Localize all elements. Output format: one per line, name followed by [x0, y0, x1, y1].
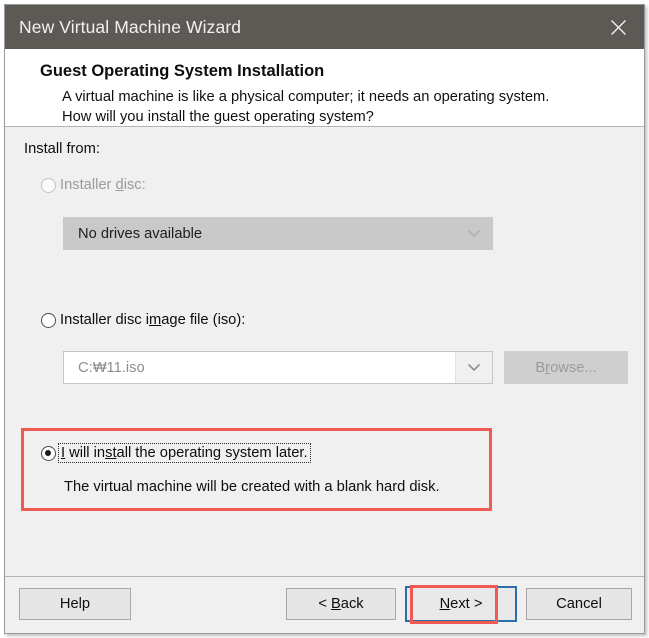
page-title: Guest Operating System Installation	[40, 62, 325, 80]
radio-installer-disc-label: Installer disc:	[60, 177, 146, 193]
cancel-button[interactable]: Cancel	[526, 588, 632, 620]
close-button[interactable]	[592, 5, 644, 49]
next-button-label: Next >	[439, 596, 483, 612]
help-button[interactable]: Help	[19, 588, 131, 620]
radio-installer-disc: Installer disc:	[41, 177, 146, 193]
help-button-label: Help	[59, 596, 91, 612]
radio-install-later-label[interactable]: I will install the operating system late…	[58, 443, 311, 463]
wizard-footer: Help < Back Next > Cancel	[5, 576, 644, 633]
title-bar: New Virtual Machine Wizard	[5, 5, 644, 49]
install-from-label: Install from:	[24, 141, 100, 157]
back-button-label: < Back	[318, 596, 364, 612]
radio-installer-disc-indicator	[41, 177, 56, 193]
radio-iso-file-label[interactable]: Installer disc image file (iso):	[60, 312, 245, 328]
back-button[interactable]: < Back	[286, 588, 396, 620]
wizard-body: Install from: Installer disc: No drives …	[5, 127, 644, 576]
radio-install-later-indicator[interactable]	[41, 445, 56, 461]
radio-iso-file-indicator[interactable]	[41, 312, 56, 328]
chevron-down-icon[interactable]	[455, 352, 492, 383]
radio-iso-file[interactable]: Installer disc image file (iso):	[41, 312, 245, 328]
browse-button: Browse...	[504, 351, 628, 384]
window-title: New Virtual Machine Wizard	[19, 16, 242, 37]
chevron-down-icon	[456, 218, 492, 249]
cancel-button-label: Cancel	[556, 596, 602, 612]
new-virtual-machine-wizard-dialog: New Virtual Machine Wizard Guest Operati…	[4, 4, 645, 634]
browse-button-label: Browse...	[535, 359, 597, 376]
close-icon	[609, 18, 628, 37]
page-description: A virtual machine is like a physical com…	[62, 89, 550, 125]
annotation-box-install-later	[21, 428, 492, 511]
next-button[interactable]: Next >	[405, 586, 517, 622]
install-later-note: The virtual machine will be created with…	[64, 479, 440, 495]
radio-install-later[interactable]: I will install the operating system late…	[41, 443, 311, 463]
wizard-header: Guest Operating System Installation A vi…	[5, 49, 644, 127]
iso-path-value[interactable]: C:₩11.iso	[64, 360, 145, 376]
installer-disc-drive-select: No drives available	[63, 217, 493, 250]
iso-path-select[interactable]: C:₩11.iso	[63, 351, 493, 384]
installer-disc-drive-value: No drives available	[78, 225, 203, 242]
